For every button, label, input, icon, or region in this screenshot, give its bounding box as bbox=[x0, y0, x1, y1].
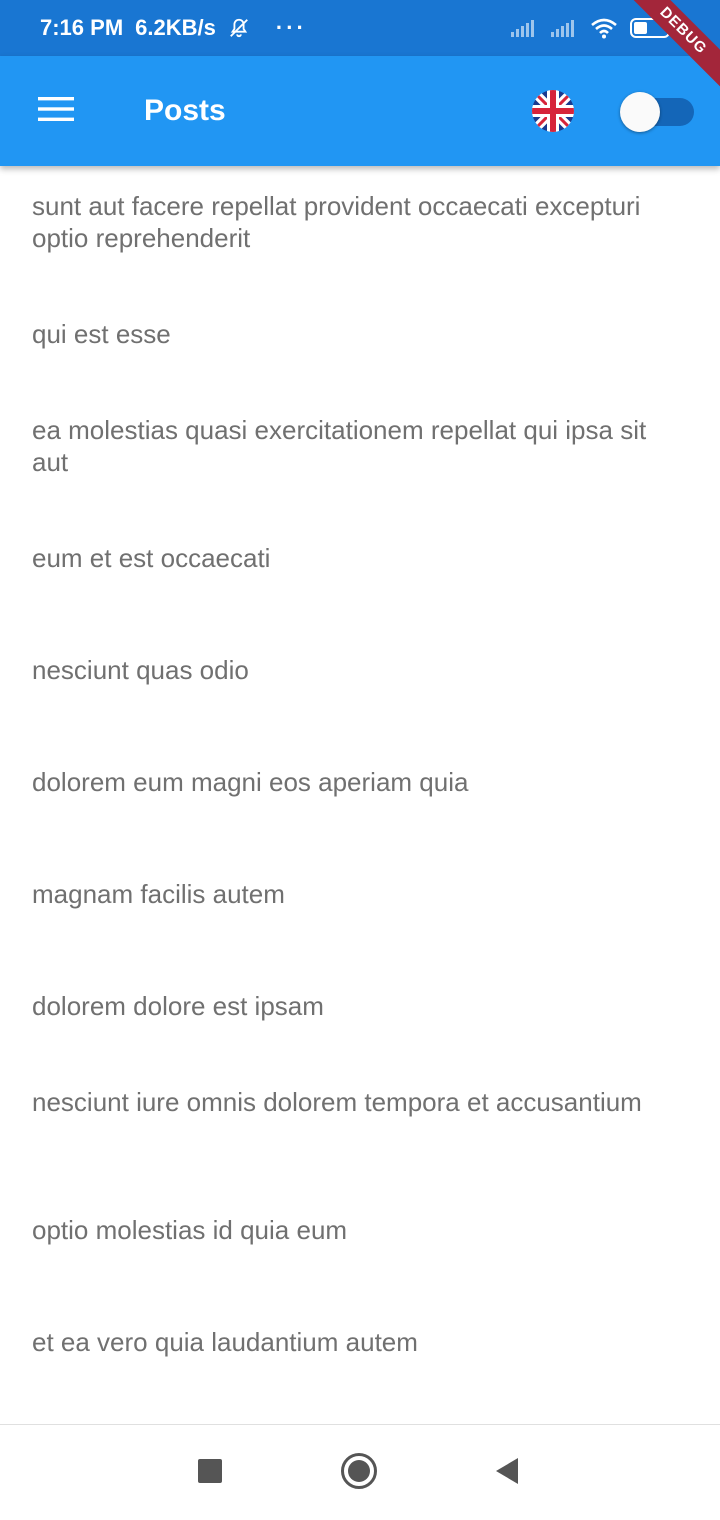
list-item[interactable]: ea molestias quasi exercitationem repell… bbox=[32, 414, 682, 478]
status-bar: 7:16 PM 6.2KB/s ··· bbox=[0, 0, 720, 56]
recents-button[interactable] bbox=[190, 1453, 230, 1493]
menu-button[interactable] bbox=[22, 83, 90, 139]
list-item[interactable]: optio molestias id quia eum bbox=[32, 1214, 682, 1246]
toggle-knob bbox=[620, 92, 660, 132]
recents-square-icon bbox=[198, 1458, 222, 1488]
list-item[interactable]: sunt aut facere repellat provident occae… bbox=[32, 190, 682, 254]
signal-icon bbox=[550, 18, 578, 38]
list-item[interactable]: eum et est occaecati bbox=[32, 542, 682, 574]
menu-icon bbox=[38, 96, 74, 127]
phone-screen: 7:16 PM 6.2KB/s ··· DEBUG Posts sunt aut… bbox=[0, 0, 720, 1520]
list-item[interactable]: dolorem eum magni eos aperiam quia bbox=[32, 766, 682, 798]
list-item[interactable]: dolorem dolore est ipsam bbox=[32, 990, 682, 1022]
list-item[interactable]: nesciunt quas odio bbox=[32, 654, 682, 686]
more-notifications-indicator: ··· bbox=[275, 15, 307, 40]
app-bar: Posts bbox=[0, 56, 720, 166]
post-list: sunt aut facere repellat provident occae… bbox=[0, 166, 720, 1424]
uk-flag-icon bbox=[532, 90, 574, 132]
list-item[interactable]: et ea vero quia laudantium autem bbox=[32, 1326, 682, 1358]
theme-toggle-switch[interactable] bbox=[620, 92, 696, 132]
home-button[interactable] bbox=[339, 1452, 379, 1495]
signal-icon bbox=[510, 18, 538, 38]
home-circle-icon bbox=[340, 1452, 378, 1495]
language-button[interactable] bbox=[532, 90, 574, 132]
list-item[interactable]: magnam facilis autem bbox=[32, 878, 682, 910]
back-triangle-icon bbox=[494, 1457, 520, 1490]
back-button[interactable] bbox=[487, 1453, 527, 1493]
system-nav-bar bbox=[0, 1424, 720, 1520]
page-title: Posts bbox=[144, 94, 226, 127]
status-time: 7:16 PM bbox=[40, 15, 124, 40]
bell-off-icon bbox=[228, 17, 250, 39]
list-item[interactable]: nesciunt iure omnis dolorem tempora et a… bbox=[32, 1086, 682, 1118]
status-left: 7:16 PM 6.2KB/s ··· bbox=[40, 0, 307, 56]
wifi-icon bbox=[590, 17, 618, 39]
list-item[interactable]: qui est esse bbox=[32, 318, 682, 350]
network-speed: 6.2KB/s bbox=[135, 15, 216, 40]
